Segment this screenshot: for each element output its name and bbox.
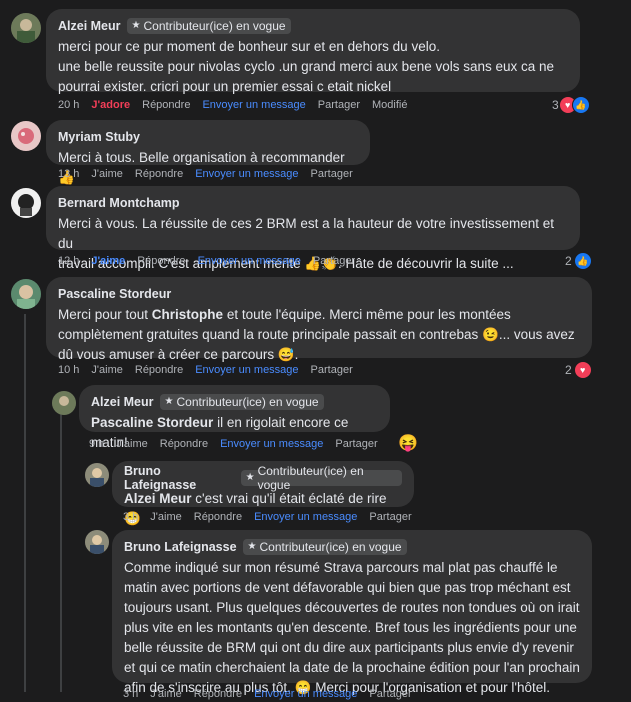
- contributor-badge: ★ Contributeur(ice) en vogue: [242, 538, 407, 555]
- star-icon: ★: [245, 472, 255, 483]
- send-message-button[interactable]: Envoyer un message: [195, 168, 298, 180]
- comment-bubble: Alzei Meur ★ Contributeur(ice) en vogue P…: [79, 385, 390, 450]
- comment-actions: 10 h J'aime Répondre Envoyer un message …: [58, 362, 353, 378]
- comment-actions: 20 h J'adore Répondre Envoyer un message…: [58, 97, 407, 113]
- comment-actions: 12 h J'aime Répondre Envoyer un message …: [58, 253, 355, 269]
- emoji-reaction[interactable]: 😝: [398, 433, 418, 453]
- share-button[interactable]: Partager: [311, 364, 353, 376]
- thumbs-up-icon: 👍: [571, 96, 590, 114]
- comment-time[interactable]: 13 h: [58, 168, 79, 180]
- avatar[interactable]: [11, 188, 41, 218]
- comment-actions: 3 h J'aime Répondre Envoyer un message P…: [123, 686, 412, 702]
- like-button[interactable]: J'aime: [91, 255, 125, 267]
- star-icon: ★: [247, 541, 257, 552]
- reaction-summary[interactable]: 2 ♥: [565, 361, 592, 379]
- share-button[interactable]: Partager: [318, 99, 360, 111]
- reply-button[interactable]: Répondre: [160, 438, 208, 450]
- share-button[interactable]: Partager: [369, 511, 411, 523]
- thread-line: [24, 384, 26, 692]
- like-button[interactable]: J'aime: [91, 168, 122, 180]
- comment-time[interactable]: 20 h: [58, 99, 79, 111]
- comment-bubble: Alzei Meur ★ Contributeur(ice) en vogue m…: [46, 9, 580, 94]
- like-button[interactable]: J'aime: [150, 688, 181, 700]
- share-button[interactable]: Partager: [313, 255, 355, 267]
- badge-label: Contributeur(ice) en vogue: [143, 18, 286, 33]
- reply-button[interactable]: Répondre: [135, 364, 183, 376]
- share-button[interactable]: Partager: [311, 168, 353, 180]
- thread-line: [24, 314, 26, 384]
- heart-icon: ♥: [573, 361, 592, 379]
- reaction-summary[interactable]: 2 👍: [565, 252, 592, 270]
- avatar[interactable]: [11, 121, 41, 151]
- comment-time[interactable]: 9 h: [89, 438, 104, 450]
- comment-time[interactable]: 3 h: [123, 688, 138, 700]
- send-message-button[interactable]: Envoyer un message: [220, 438, 323, 450]
- thread-line: [60, 412, 62, 692]
- send-message-button[interactable]: Envoyer un message: [195, 364, 298, 376]
- comment-author[interactable]: Alzei Meur: [91, 395, 154, 409]
- comment-bubble: Bernard Montchamp Merci à vous. La réuss…: [46, 186, 580, 271]
- text-part: Merci pour tout: [58, 307, 152, 322]
- like-button[interactable]: J'aime: [150, 511, 181, 523]
- comment-author[interactable]: Bruno Lafeignasse: [124, 540, 237, 554]
- comment-bubble: Pascaline Stordeur Merci pour tout Chris…: [46, 277, 592, 362]
- contributor-badge: ★ Contributeur(ice) en vogue: [126, 17, 291, 34]
- adore-button[interactable]: J'adore: [91, 99, 130, 111]
- mention-link[interactable]: Alzei Meur: [124, 491, 192, 506]
- comment-text: merci pour ce pur moment de bonheur sur …: [58, 39, 555, 94]
- star-icon: ★: [164, 396, 174, 407]
- comment-text: Merci pour tout Christophe et toute l'éq…: [58, 305, 580, 365]
- share-button[interactable]: Partager: [369, 688, 411, 700]
- star-icon: ★: [131, 20, 141, 31]
- comment-text: Comme indiqué sur mon résumé Strava parc…: [124, 560, 580, 695]
- comment-time[interactable]: 12 h: [58, 255, 79, 267]
- thumbs-up-icon: 👍: [573, 252, 592, 270]
- reply-button[interactable]: Répondre: [194, 511, 242, 523]
- like-button[interactable]: J'aime: [116, 438, 147, 450]
- comment-actions: 9 h J'aime Répondre Envoyer un message P…: [89, 436, 378, 452]
- comment-bubble: Bruno Lafeignasse ★ Contributeur(ice) en …: [112, 461, 414, 526]
- edited-label: Modifié: [372, 99, 408, 111]
- send-message-button[interactable]: Envoyer un message: [254, 511, 357, 523]
- reaction-count: 2: [565, 254, 572, 268]
- share-button[interactable]: Partager: [335, 438, 377, 450]
- mention-link[interactable]: Christophe: [152, 307, 223, 322]
- comment-actions: 3 h J'aime Répondre Envoyer un message P…: [123, 509, 412, 525]
- avatar[interactable]: [11, 13, 41, 43]
- comment-author[interactable]: Bruno Lafeignasse: [124, 464, 235, 492]
- mention-link[interactable]: Pascaline Stordeur: [91, 415, 213, 430]
- reply-button[interactable]: Répondre: [142, 99, 190, 111]
- comment-bubble: Bruno Lafeignasse ★ Contributeur(ice) en …: [112, 530, 592, 695]
- reply-button[interactable]: Répondre: [137, 255, 185, 267]
- comment-time[interactable]: 3 h: [123, 511, 138, 523]
- comment-author[interactable]: Pascaline Stordeur: [58, 287, 171, 301]
- comment-author[interactable]: Bernard Montchamp: [58, 196, 180, 210]
- avatar[interactable]: [11, 279, 41, 309]
- comment-bubble: Myriam Stuby Merci à tous. Belle organis…: [46, 120, 370, 185]
- reaction-summary[interactable]: 3 ♥ 👍: [552, 96, 590, 114]
- comment-actions: 13 h J'aime Répondre Envoyer un message …: [58, 166, 353, 182]
- send-message-button[interactable]: Envoyer un message: [202, 99, 305, 111]
- contributor-badge: ★ Contributeur(ice) en vogue: [159, 393, 324, 410]
- like-button[interactable]: J'aime: [91, 364, 122, 376]
- avatar[interactable]: [85, 530, 109, 554]
- reply-button[interactable]: Répondre: [194, 688, 242, 700]
- reply-button[interactable]: Répondre: [135, 168, 183, 180]
- comment-time[interactable]: 10 h: [58, 364, 79, 376]
- send-message-button[interactable]: Envoyer un message: [198, 255, 301, 267]
- contributor-badge: ★ Contributeur(ice) en vogue: [240, 464, 402, 492]
- reaction-count: 2: [565, 363, 572, 377]
- comment-author[interactable]: Myriam Stuby: [58, 130, 140, 144]
- avatar[interactable]: [52, 391, 76, 415]
- badge-label: Contributeur(ice) en vogue: [176, 394, 319, 409]
- reaction-count: 3: [552, 98, 559, 112]
- badge-label: Contributeur(ice) en vogue: [259, 539, 402, 554]
- send-message-button[interactable]: Envoyer un message: [254, 688, 357, 700]
- avatar[interactable]: [85, 463, 109, 487]
- badge-label: Contributeur(ice) en vogue: [257, 463, 364, 492]
- comment-author[interactable]: Alzei Meur: [58, 19, 121, 33]
